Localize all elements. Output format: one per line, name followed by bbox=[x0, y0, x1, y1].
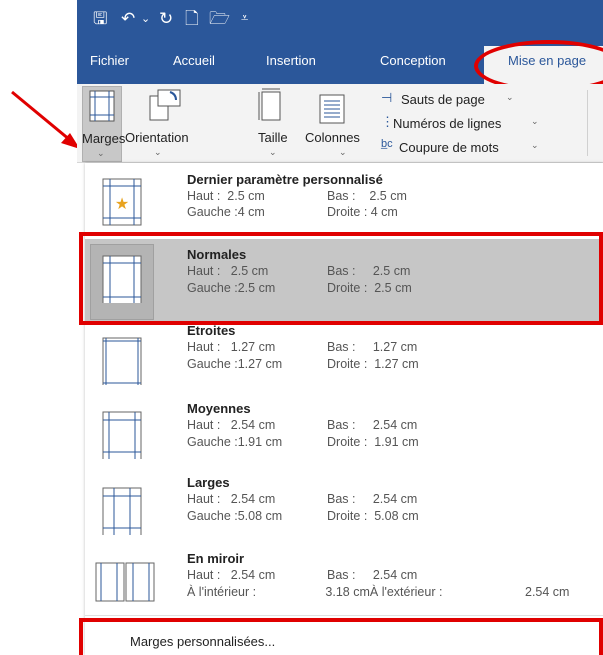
chevron-down-icon: ⌄ bbox=[154, 147, 162, 157]
margin-option-en-miroir[interactable]: En miroir Haut : 2.54 cm Bas : 2.54 cm À… bbox=[85, 551, 603, 623]
tab-accueil[interactable]: Accueil bbox=[173, 52, 215, 70]
margin-option-last-custom[interactable]: ★ Dernier paramètre personnalisé Haut : … bbox=[85, 166, 603, 236]
tab-conception[interactable]: Conception bbox=[380, 52, 446, 70]
margins-icon bbox=[89, 90, 115, 122]
page-breaks-button[interactable]: ⊣ Sauts de page ⌄ bbox=[379, 90, 549, 110]
orientation-button[interactable]: Orientation ⌄ bbox=[122, 86, 194, 160]
narrow-margin-thumbnail-icon bbox=[102, 337, 142, 385]
margin-option-moyennes[interactable]: Moyennes Haut : 2.54 cm Bas : 2.54 cm Ga… bbox=[85, 401, 603, 477]
size-icon bbox=[258, 88, 281, 121]
page-break-icon: ⊣ bbox=[381, 90, 393, 105]
undo-icon[interactable]: ↶ bbox=[121, 8, 135, 30]
hyphenation-button[interactable]: b̲c Coupure de mots ⌄ bbox=[379, 138, 559, 158]
annotation-box-normales bbox=[79, 232, 603, 325]
ribbon: Marges ⌄ Orientation ⌄ Taille ⌄ Colonnes… bbox=[77, 84, 603, 163]
columns-button[interactable]: Colonnes ⌄ bbox=[297, 86, 369, 160]
customize-qat-icon[interactable]: ⩡ bbox=[241, 8, 248, 30]
new-document-icon[interactable]: 🗋 bbox=[185, 8, 199, 30]
chevron-down-icon: ⌄ bbox=[506, 92, 514, 102]
moderate-margin-thumbnail-icon bbox=[102, 411, 142, 459]
chevron-down-icon: ⌄ bbox=[269, 147, 277, 157]
menu-divider bbox=[85, 615, 603, 616]
orientation-icon bbox=[149, 89, 181, 121]
custom-margin-thumbnail-icon: ★ bbox=[102, 178, 142, 226]
redo-icon[interactable]: ↻ bbox=[159, 8, 173, 30]
chevron-down-icon[interactable]: ⌄ bbox=[141, 8, 150, 30]
chevron-down-icon: ⌄ bbox=[339, 147, 347, 157]
mirrored-margin-thumbnail-icon bbox=[95, 562, 155, 602]
margin-option-etroites[interactable]: Etroites Haut : 1.27 cm Bas : 1.27 cm Ga… bbox=[85, 323, 603, 401]
chevron-down-icon: ⌄ bbox=[531, 140, 539, 150]
columns-icon bbox=[319, 94, 345, 124]
ribbon-divider bbox=[587, 90, 588, 156]
size-button[interactable]: Taille ⌄ bbox=[245, 86, 290, 160]
tab-insertion[interactable]: Insertion bbox=[266, 52, 316, 70]
wide-margin-thumbnail-icon bbox=[102, 487, 142, 535]
margin-option-larges[interactable]: Larges Haut : 2.54 cm Bas : 2.54 cm Gauc… bbox=[85, 475, 603, 553]
save-icon[interactable]: 🖫 bbox=[93, 8, 107, 30]
svg-text:★: ★ bbox=[115, 194, 129, 213]
open-folder-icon[interactable]: 🗁 bbox=[209, 8, 230, 30]
line-numbers-button[interactable]: ⋮ Numéros de lignes ⌄ bbox=[379, 114, 559, 134]
chevron-down-icon: ⌄ bbox=[97, 148, 105, 158]
tab-fichier[interactable]: Fichier bbox=[90, 52, 129, 70]
annotation-box-custom-margins bbox=[79, 618, 603, 655]
margins-button[interactable]: Marges ⌄ bbox=[82, 86, 125, 162]
chevron-down-icon: ⌄ bbox=[531, 116, 539, 126]
hyphenation-icon: b̲c bbox=[381, 138, 393, 150]
